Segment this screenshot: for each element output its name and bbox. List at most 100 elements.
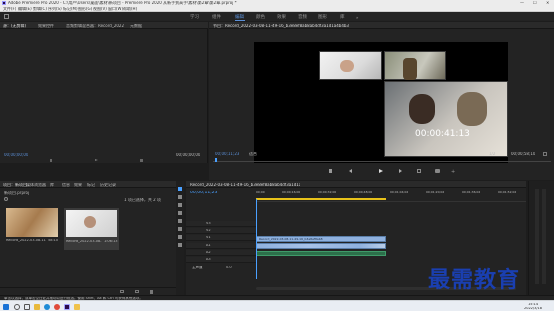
new-item-icon[interactable] <box>135 290 139 293</box>
premiere-icon[interactable] <box>64 303 70 310</box>
workspace-libraries[interactable]: 库 <box>340 14 345 20</box>
menu-graphics[interactable]: 图形(G) <box>78 7 92 11</box>
clip-audio[interactable] <box>256 251 386 256</box>
tab-metadata[interactable]: 元数据 <box>130 24 142 28</box>
workspace-audio[interactable]: 音频 <box>298 14 307 20</box>
step-forward-icon[interactable] <box>399 169 402 173</box>
menu-sequence[interactable]: 序列(S) <box>48 7 62 11</box>
menu-marker[interactable]: 标记(M) <box>63 7 78 11</box>
tab-markers[interactable]: 标记 <box>87 183 95 187</box>
program-scrubber[interactable] <box>213 158 551 162</box>
tab-audio-mixer[interactable]: 音频剪辑混合器：Record_2022 <box>66 24 126 28</box>
clip-v1[interactable] <box>256 243 386 249</box>
program-quality-select[interactable]: 1/2 <box>489 152 495 156</box>
figure-shape <box>403 58 417 80</box>
track-a3[interactable]: A3 <box>186 257 256 263</box>
project-thumb-boy <box>66 210 117 237</box>
search-icon[interactable] <box>4 197 8 201</box>
step-back-icon[interactable] <box>349 169 352 173</box>
slip-tool-icon[interactable] <box>178 219 182 223</box>
play-icon[interactable] <box>95 159 98 161</box>
program-playhead[interactable] <box>215 158 217 162</box>
tab-project[interactable]: 项目：新项目 <box>3 183 27 187</box>
selection-tool-icon[interactable] <box>178 187 182 191</box>
play-button[interactable] <box>379 169 383 173</box>
track-a2[interactable]: A2 <box>186 250 256 256</box>
program-fit-select[interactable]: 适合 <box>249 152 257 156</box>
timeline-title[interactable]: Record_2022-03-08-11-49-16_b3e8ef8ab8ab4… <box>190 183 300 187</box>
maximize-button[interactable]: ☐ <box>533 1 537 5</box>
workspace-learn[interactable]: 学习 <box>190 14 199 20</box>
chrome-icon[interactable] <box>54 303 60 310</box>
ripple-tool-icon[interactable] <box>178 203 182 207</box>
source-panel-header: 源：(无剪辑) 效果控件 音频剪辑混合器：Record_2022 元数据 <box>0 22 208 29</box>
track-v3[interactable]: V3 <box>186 221 256 227</box>
marker-icon[interactable] <box>329 169 332 173</box>
overflow-icon[interactable]: » <box>356 15 358 20</box>
project-footer <box>0 287 182 294</box>
menu-help[interactable]: 帮助(H) <box>123 7 137 11</box>
task-view-icon[interactable] <box>24 303 30 310</box>
tab-effects[interactable]: 效果 <box>74 183 82 187</box>
menu-edit[interactable]: 编辑(E) <box>18 7 32 11</box>
program-timecode-right: 00;00;58;10 <box>511 152 536 156</box>
clock-time: 15:14 <box>528 302 539 306</box>
ruler-label: 00;00 <box>256 191 265 194</box>
program-panel: 节目：Record_2022-03-08-11-49-16_b3e8ef8ab8… <box>209 22 554 180</box>
hand-tool-icon[interactable] <box>178 235 182 239</box>
edge-icon[interactable] <box>44 303 50 310</box>
pen-tool-icon[interactable] <box>178 227 182 231</box>
search-taskbar-icon[interactable] <box>14 303 20 310</box>
person-right <box>457 92 487 126</box>
work-area-bar[interactable] <box>256 198 386 200</box>
trash-icon[interactable] <box>150 290 153 294</box>
project-item[interactable]: Record_2022-03-08-11-49-16_b3e... 58:10 <box>6 208 58 250</box>
home-icon[interactable] <box>4 14 9 19</box>
add-button-icon[interactable]: + <box>451 169 455 175</box>
track-v1[interactable]: V1 <box>186 235 256 241</box>
menu-clip[interactable]: 剪辑(C) <box>33 7 47 11</box>
source-panel: 源：(无剪辑) 效果控件 音频剪辑混合器：Record_2022 元数据 00;… <box>0 22 208 163</box>
file-explorer-icon[interactable] <box>34 303 40 310</box>
window-title: Adobe Premiere Pro 2020 - C:\用户\Users\桌面… <box>8 1 237 5</box>
menu-view[interactable]: 视图(V) <box>93 7 107 11</box>
ruler-label: 00;01;36;02 <box>462 191 481 194</box>
menu-window[interactable]: 窗口(W) <box>108 7 123 11</box>
video-tile-main: 00:00:41:13 <box>384 81 508 157</box>
minimize-button[interactable]: — <box>520 1 524 5</box>
workspace-effects[interactable]: 效果 <box>277 14 286 20</box>
menu-file[interactable]: 文件(F) <box>3 7 16 11</box>
workspace-assembly[interactable]: 组件 <box>212 14 221 20</box>
tab-history[interactable]: 历史记录 <box>100 183 116 187</box>
source-timecode-right: 00;00;00;00 <box>176 153 201 157</box>
track-v2[interactable]: V2 <box>186 228 256 234</box>
tab-libraries[interactable]: 库 <box>50 183 54 187</box>
close-button[interactable]: ✕ <box>546 1 549 5</box>
type-tool-icon[interactable] <box>178 243 182 247</box>
windows-start-icon[interactable] <box>3 303 9 310</box>
tab-info[interactable]: 信息 <box>62 183 70 187</box>
timeline-playhead[interactable] <box>256 199 257 279</box>
project-item-selected[interactable]: Record_2022-03-08-11-49-16_b3e... 1:06:1… <box>64 208 119 250</box>
workspace-graphics[interactable]: 图形 <box>318 14 327 20</box>
project-item-name-2: Record_2022-03-08-11-49-16_b3e... <box>66 240 102 243</box>
track-select-tool-icon[interactable] <box>178 195 182 199</box>
source-transport <box>40 159 160 162</box>
lift-icon[interactable] <box>417 169 421 173</box>
wrench-icon[interactable] <box>543 152 547 156</box>
track-a1[interactable]: A1 <box>186 243 256 249</box>
razor-tool-icon[interactable] <box>178 211 182 215</box>
tab-source[interactable]: 源：(无剪辑) <box>3 24 26 28</box>
export-frame-icon[interactable] <box>140 159 143 162</box>
folder-icon[interactable] <box>74 303 80 310</box>
camera-icon[interactable] <box>435 169 440 173</box>
timeline-ruler[interactable]: 00;00 00;00;16;00 00;00;32;00 00;00;48;0… <box>256 190 526 202</box>
track-master[interactable]: 主声道 0.0 <box>186 265 256 271</box>
workspace-color[interactable]: 颜色 <box>256 14 265 20</box>
new-bin-icon[interactable] <box>120 290 124 293</box>
tab-effect-controls[interactable]: 效果控件 <box>38 24 54 28</box>
mark-in-icon[interactable] <box>50 159 52 162</box>
tab-media-browser[interactable]: 媒体浏览器 <box>26 183 46 187</box>
clip-v2[interactable]: Record_2022-03-08-11-49-16_b3e8ef8ab8 <box>256 236 386 242</box>
program-title[interactable]: 节目：Record_2022-03-08-11-49-16_b3e8ef8ab8… <box>213 24 363 28</box>
